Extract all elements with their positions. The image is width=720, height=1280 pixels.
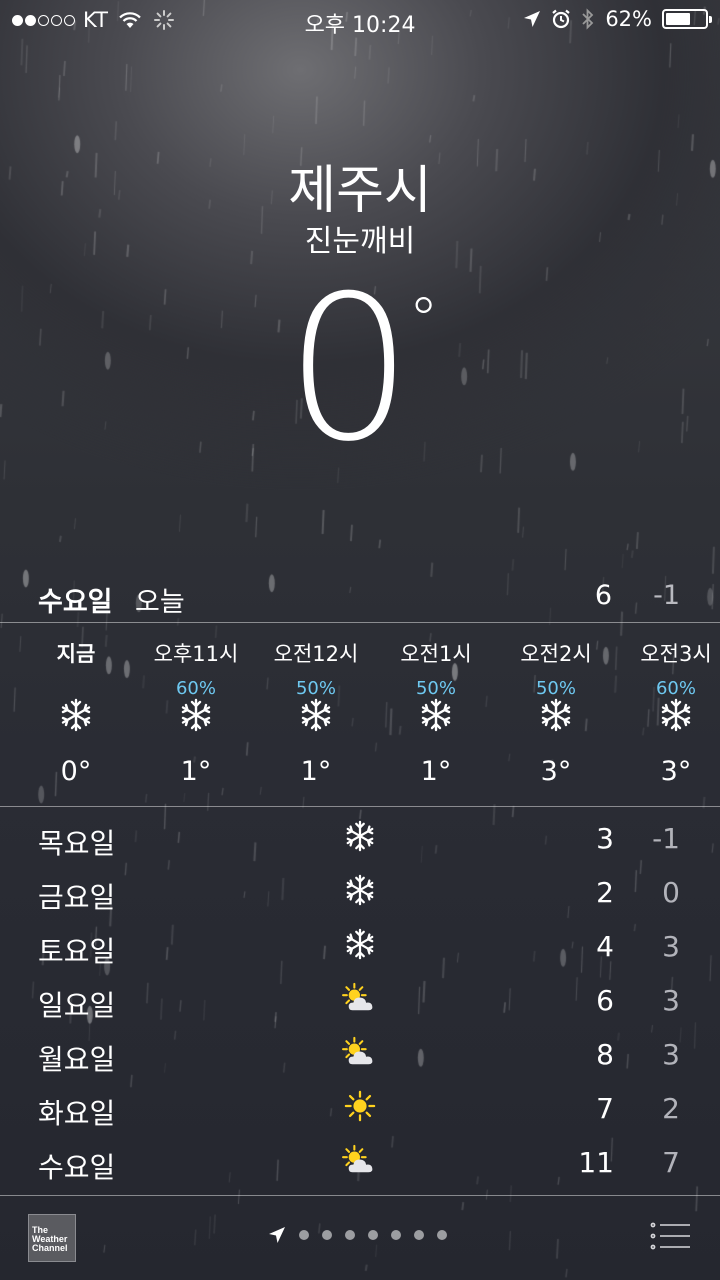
snowflake-icon (16, 698, 136, 741)
daily-forecast-row: 월요일 8 3 (0, 1028, 720, 1082)
battery-level (666, 13, 690, 25)
hourly-precip-chance: 60% (175, 678, 216, 699)
partly-cloudy-icon (336, 982, 384, 1024)
daily-low-temp: 0 (662, 876, 680, 909)
today-summary-row: 수요일 오늘 6 -1 (0, 576, 720, 620)
hourly-temperature: 3° (660, 756, 692, 787)
hourly-temperature: 1° (300, 756, 332, 787)
daily-low-temp: 2 (662, 1092, 680, 1125)
page-dot[interactable] (345, 1230, 355, 1240)
daily-day-name: 수요일 (38, 1151, 116, 1184)
daily-day-name: 목요일 (38, 827, 116, 860)
hourly-temperature: 1° (420, 756, 452, 787)
daily-forecast-row: 화요일 7 2 (0, 1082, 720, 1136)
hourly-time-label: 지금 (56, 642, 96, 666)
snowflake-icon (616, 698, 720, 741)
daily-day-name: 금요일 (38, 881, 116, 914)
hourly-temperature: 1° (180, 756, 212, 787)
current-temperature-value: 0 (285, 253, 412, 486)
daily-forecast-row: 일요일 6 3 (0, 974, 720, 1028)
snowflake-icon (496, 698, 616, 741)
daily-forecast-row: 목요일 3 -1 (0, 812, 720, 866)
hourly-precip-chance: 50% (415, 678, 456, 699)
hourly-temperature: 0° (60, 756, 92, 787)
daily-low-temp: 3 (662, 984, 680, 1017)
daily-low-temp: 7 (662, 1146, 680, 1179)
daily-high-temp: 3 (596, 822, 614, 855)
daily-high-temp: 6 (596, 984, 614, 1017)
page-dot[interactable] (437, 1230, 447, 1240)
daily-low-temp: 3 (662, 930, 680, 963)
daily-day-name: 토요일 (38, 935, 116, 968)
partly-cloudy-icon (336, 1036, 384, 1078)
weather-channel-logo-text: Channel (32, 1243, 68, 1253)
hourly-forecast-scroller[interactable]: 지금 0° 오후11시 60% 1° 오전12시 50% 1° 오전1시 50% 1° 오전2시 50%… (0, 624, 720, 804)
weather-app-screen: KT 오후 10:24 62% 제주시 진눈깨비 0° 수요일 오늘 6 -1 … (0, 0, 720, 1280)
daily-day-name: 화요일 (38, 1097, 116, 1130)
snowflake-icon (336, 874, 384, 916)
daily-high-temp: 8 (596, 1038, 614, 1071)
battery-icon (662, 9, 712, 29)
current-temperature: 0° (0, 270, 720, 470)
divider (0, 806, 720, 807)
partly-cloudy-icon (336, 1144, 384, 1186)
battery-percent: 62% (605, 7, 652, 31)
hourly-time-label: 오전3시 (640, 642, 712, 666)
page-indicator[interactable] (268, 1226, 447, 1244)
weather-channel-logo[interactable]: The Weather Channel (28, 1214, 76, 1262)
snowflake-icon (336, 928, 384, 970)
location-arrow-icon (523, 10, 541, 28)
daily-low-temp: 3 (662, 1038, 680, 1071)
hourly-precip-chance: 50% (295, 678, 336, 699)
hourly-time-label: 오전12시 (273, 642, 359, 666)
current-location-page-icon[interactable] (268, 1226, 286, 1244)
today-high: 6 (594, 580, 612, 611)
daily-forecast-row: 금요일 2 0 (0, 866, 720, 920)
daily-high-temp: 4 (596, 930, 614, 963)
page-dot[interactable] (368, 1230, 378, 1240)
hourly-precip-chance: 60% (655, 678, 696, 699)
hourly-time-label: 오전1시 (400, 642, 472, 666)
page-dot[interactable] (322, 1230, 332, 1240)
page-dot[interactable] (391, 1230, 401, 1240)
city-list-button[interactable] (650, 1222, 690, 1250)
page-dot[interactable] (299, 1230, 309, 1240)
bluetooth-icon (581, 8, 595, 30)
alarm-clock-icon (551, 9, 571, 29)
daily-low-temp: -1 (652, 822, 680, 855)
city-name: 제주시 (288, 161, 432, 221)
list-icon (650, 1222, 690, 1250)
status-bar: KT 오후 10:24 62% (0, 0, 720, 40)
today-label: 오늘 (135, 587, 185, 618)
snowflake-icon (256, 698, 376, 741)
daily-day-name: 일요일 (38, 989, 116, 1022)
hourly-time-label: 오전2시 (520, 642, 592, 666)
hourly-precip-chance: 50% (535, 678, 576, 699)
divider (0, 622, 720, 623)
snowflake-icon (336, 820, 384, 862)
daily-day-name: 월요일 (38, 1043, 116, 1076)
degree-symbol: ° (408, 285, 439, 355)
today-low: -1 (653, 580, 680, 611)
bottom-toolbar: The Weather Channel (0, 1196, 720, 1280)
page-dot[interactable] (414, 1230, 424, 1240)
daily-high-temp: 2 (596, 876, 614, 909)
daily-high-temp: 11 (578, 1146, 614, 1179)
status-right: 62% (523, 7, 712, 31)
snowflake-icon (376, 698, 496, 741)
snowflake-icon (136, 698, 256, 741)
hourly-time-label: 오후11시 (153, 642, 239, 666)
daily-forecast-row: 토요일 4 3 (0, 920, 720, 974)
daily-forecast-row: 수요일 11 7 (0, 1136, 720, 1190)
sun-icon (336, 1090, 384, 1132)
daily-high-temp: 7 (596, 1092, 614, 1125)
hourly-temperature: 3° (540, 756, 572, 787)
today-day-name: 수요일 (38, 587, 113, 618)
